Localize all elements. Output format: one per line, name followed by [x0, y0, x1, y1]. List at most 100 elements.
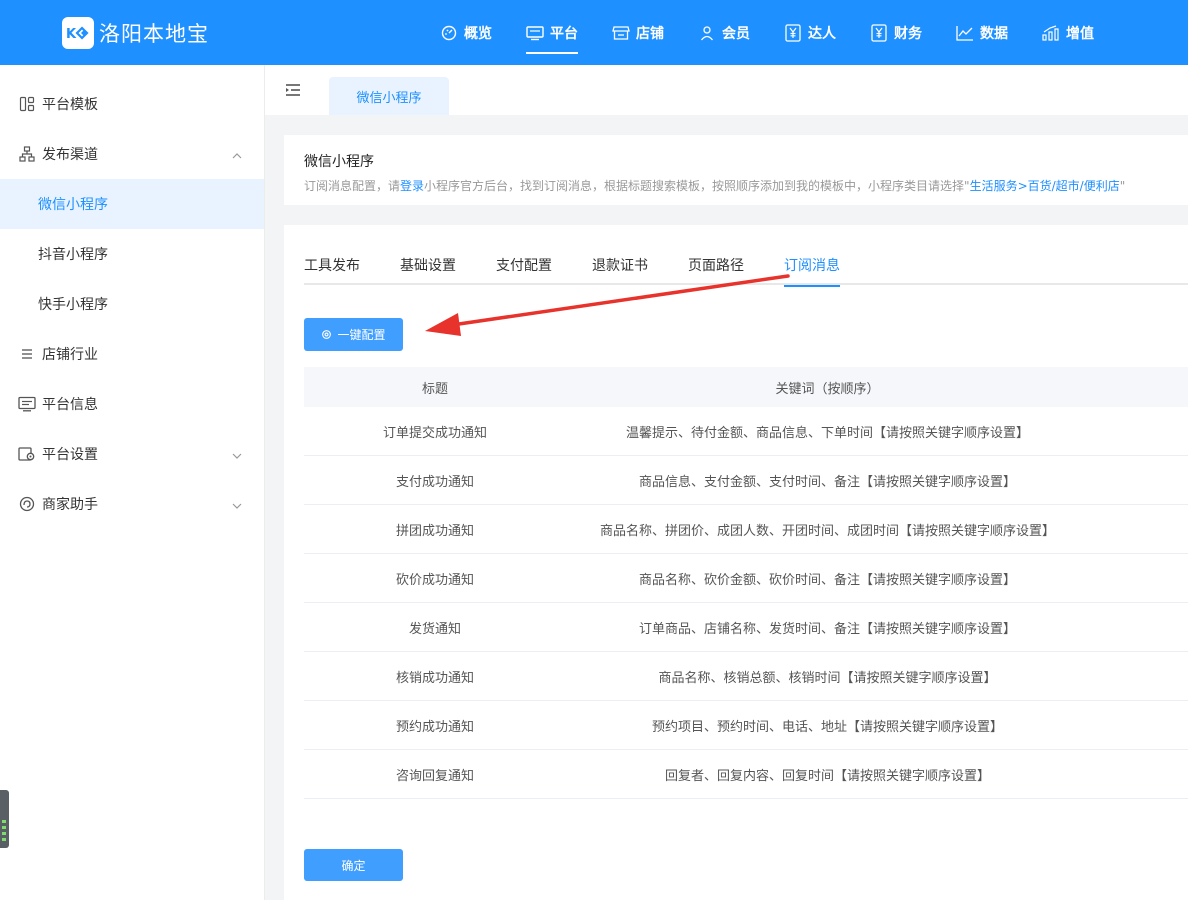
sidebar-item-label: 商家助手	[42, 497, 98, 513]
nav-member[interactable]: 会员	[698, 0, 750, 65]
gear-icon	[321, 329, 332, 340]
sidebar-item-kuaishou-miniprogram[interactable]: 快手小程序	[0, 279, 264, 329]
tab-tool-publish[interactable]: 工具发布	[304, 247, 360, 285]
sidebar-item-merchant-assistant[interactable]: 商家助手	[0, 479, 264, 529]
line-chart-icon	[956, 24, 974, 42]
desc-prefix: 订阅消息配置，请	[304, 179, 401, 193]
row-title: 订单提交成功通知	[382, 425, 487, 441]
header-title: 标题	[421, 381, 448, 397]
ko-logo-icon: K	[62, 17, 94, 49]
sidebar-item-label: 平台模板	[42, 97, 98, 113]
confirm-button[interactable]: 确定	[304, 849, 403, 881]
category-link: 生活服务>百货/超市/便利店	[969, 179, 1120, 193]
tab-refund-certificate[interactable]: 退款证书	[592, 247, 648, 285]
nav-finance-label: 财务	[894, 25, 922, 42]
row-keywords: 温馨提示、待付金额、商品信息、下单时间【请按照关键字顺序设置】	[625, 425, 1029, 441]
row-keywords: 商品名称、核销总额、核销时间【请按照关键字顺序设置】	[658, 670, 997, 686]
sidebar: 平台模板 发布渠道 微信小程序 抖音小程序 快手小程序 店铺行业 平台信息 平台…	[0, 65, 265, 900]
audio-level-widget	[0, 790, 9, 848]
chevron-down-icon	[232, 448, 242, 464]
table-row: 核销成功通知 商品名称、核销总额、核销时间【请按照关键字顺序设置】	[304, 652, 1188, 701]
message-icon	[18, 395, 36, 413]
row-title: 核销成功通知	[395, 670, 474, 686]
table-row: 咨询回复通知 回复者、回复内容、回复时间【请按照关键字顺序设置】	[304, 750, 1188, 799]
tab-label: 微信小程序	[356, 90, 422, 106]
confirm-label: 确定	[341, 858, 366, 873]
brand-name: 洛阳本地宝	[99, 22, 209, 46]
page-tab-strip: 微信小程序	[265, 65, 1188, 115]
desc-middle: 小程序官方后台，找到订阅消息，根据标题搜索模板，按照顺序添加到我的模板中，小程序…	[424, 179, 970, 193]
table-row: 支付成功通知 商品信息、支付金额、支付时间、备注【请按照关键字顺序设置】	[304, 456, 1188, 505]
row-keywords: 回复者、回复内容、回复时间【请按照关键字顺序设置】	[664, 768, 990, 784]
settings-icon	[18, 445, 36, 463]
table-row: 订单提交成功通知 温馨提示、待付金额、商品信息、下单时间【请按照关键字顺序设置】	[304, 407, 1188, 456]
nav-value-added[interactable]: 增值	[1042, 0, 1094, 65]
org-chart-icon	[18, 145, 36, 163]
growth-icon	[1042, 24, 1060, 42]
nav-overview-label: 概览	[464, 25, 492, 42]
user-icon	[698, 24, 716, 42]
monitor-icon	[526, 24, 544, 42]
sidebar-item-label: 平台信息	[42, 397, 98, 413]
sidebar-item-label: 平台设置	[42, 447, 98, 463]
sidebar-item-wechat-miniprogram[interactable]: 微信小程序	[0, 179, 264, 229]
sidebar-item-douyin-miniprogram[interactable]: 抖音小程序	[0, 229, 264, 279]
sidebar-item-platform-info[interactable]: 平台信息	[0, 379, 264, 429]
template-icon	[18, 95, 36, 113]
row-title: 支付成功通知	[395, 474, 474, 490]
level-bar	[2, 832, 6, 835]
row-keywords: 预约项目、预约时间、电话、地址【请按照关键字顺序设置】	[651, 719, 1003, 735]
login-link[interactable]: 登录	[400, 179, 424, 193]
row-keywords: 商品名称、拼团价、成团人数、开团时间、成团时间【请按照关键字顺序设置】	[599, 523, 1055, 539]
table-row: 预约成功通知 预约项目、预约时间、电话、地址【请按照关键字顺序设置】	[304, 701, 1188, 750]
row-title: 发货通知	[408, 621, 461, 637]
nav-member-label: 会员	[722, 25, 750, 42]
table-row: 砍价成功通知 商品名称、砍价金额、砍价时间、备注【请按照关键字顺序设置】	[304, 554, 1188, 603]
sidebar-subitem-label: 快手小程序	[38, 297, 108, 313]
level-bar	[2, 826, 6, 829]
nav-platform[interactable]: 平台	[526, 0, 578, 65]
nav-platform-label: 平台	[550, 25, 578, 42]
tab-basic-settings[interactable]: 基础设置	[400, 247, 456, 285]
header-keywords: 关键词（按顺序）	[775, 381, 880, 397]
row-title: 咨询回复通知	[395, 768, 474, 784]
info-description: 订阅消息配置，请登录小程序官方后台，找到订阅消息，根据标题搜索模板，按照顺序添加…	[304, 177, 1188, 194]
nav-talent-label: 达人	[808, 25, 836, 42]
table-row: 拼团成功通知 商品名称、拼团价、成团人数、开团时间、成团时间【请按照关键字顺序设…	[304, 505, 1188, 554]
info-card: 微信小程序 订阅消息配置，请登录小程序官方后台，找到订阅消息，根据标题搜索模板，…	[284, 135, 1188, 205]
nav-data[interactable]: 数据	[956, 0, 1008, 65]
list-icon	[18, 345, 36, 363]
top-header: K 洛阳本地宝 概览 平台 店铺 会员 达人 财务 数据 增值	[0, 0, 1188, 65]
top-nav: 概览 平台 店铺 会员 达人 财务 数据 增值	[440, 0, 1128, 65]
sidebar-item-platform-settings[interactable]: 平台设置	[0, 429, 264, 479]
tab-page-path[interactable]: 页面路径	[688, 247, 744, 285]
yen-icon	[870, 23, 888, 42]
chevron-up-icon	[232, 148, 242, 164]
nav-overview[interactable]: 概览	[440, 0, 492, 65]
nav-talent[interactable]: 达人	[784, 0, 836, 65]
sidebar-item-platform-template[interactable]: 平台模板	[0, 79, 264, 129]
tab-subscribe-message[interactable]: 订阅消息	[784, 247, 840, 287]
sidebar-item-store-industry[interactable]: 店铺行业	[0, 329, 264, 379]
one-click-config-button[interactable]: 一键配置	[304, 318, 403, 351]
svg-text:K: K	[66, 27, 77, 42]
row-keywords: 订单商品、店铺名称、发货时间、备注【请按照关键字顺序设置】	[638, 621, 1016, 637]
tab-payment-config[interactable]: 支付配置	[496, 247, 552, 285]
tab-wechat-miniprogram[interactable]: 微信小程序	[329, 77, 449, 115]
one-click-config-label: 一键配置	[337, 328, 386, 342]
row-title: 拼团成功通知	[395, 523, 474, 539]
chevron-down-icon	[232, 498, 242, 514]
row-keywords: 商品名称、砍价金额、砍价时间、备注【请按照关键字顺序设置】	[638, 572, 1016, 588]
content-card: 工具发布 基础设置 支付配置 退款证书 页面路径 订阅消息 一键配置 标题 关键…	[284, 225, 1188, 900]
page-title: 微信小程序	[304, 154, 374, 170]
sidebar-subitem-label: 抖音小程序	[38, 247, 108, 263]
nav-value-added-label: 增值	[1066, 25, 1094, 42]
brand[interactable]: K 洛阳本地宝	[62, 16, 209, 50]
sidebar-item-publish-channel[interactable]: 发布渠道	[0, 129, 264, 179]
nav-finance[interactable]: 财务	[870, 0, 922, 65]
sidebar-subitem-label: 微信小程序	[38, 197, 108, 213]
yen-icon	[784, 23, 802, 42]
nav-store[interactable]: 店铺	[612, 0, 664, 65]
menu-toggle-icon[interactable]	[285, 82, 301, 101]
sub-tabs: 工具发布 基础设置 支付配置 退款证书 页面路径 订阅消息	[304, 247, 1188, 287]
